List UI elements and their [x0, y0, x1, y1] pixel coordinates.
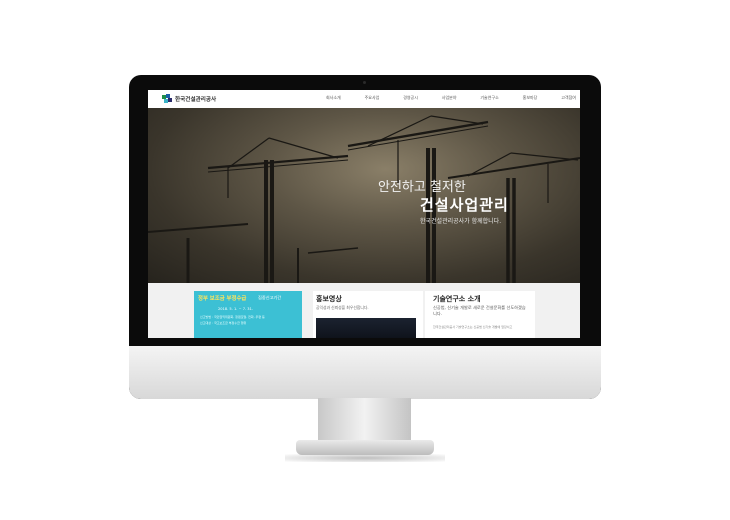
monitor-stand-base: [296, 440, 434, 455]
banner-line: 신고방법 : 국민권익위원회, 청렴포털, 전화, 우편 등: [200, 315, 265, 319]
site-logo[interactable]: 한국건설관리공사: [162, 94, 216, 104]
logo-icon: [162, 94, 172, 103]
banner-subtitle: 집중신고기간: [258, 295, 282, 300]
menu-item-fields[interactable]: 사업분야: [442, 95, 457, 101]
monitor-chin: [129, 346, 601, 399]
main-menu: 회사소개 주요사업 경영공시 사업분야 기술연구소 홍보마당 고객참여: [326, 95, 576, 101]
hero-section: 안전하고 철저한 건설사업관리 한국건설관리공사가 함께합니다.: [148, 108, 580, 283]
promo-video-thumbnail[interactable]: [316, 318, 416, 338]
menu-item-business[interactable]: 주요사업: [365, 95, 380, 101]
website-screen: 한국건설관리공사 회사소개 주요사업 경영공시 사업분야 기술연구소 홍보마당 …: [148, 90, 580, 338]
subsidy-report-banner[interactable]: 정부 보조금 부정수급 집중신고기간 2018. 5. 1. ~ 7. 31. …: [194, 291, 302, 338]
monitor-camera: [363, 81, 366, 84]
menu-item-research[interactable]: 기술연구소: [480, 95, 498, 101]
hero-headline-2: 건설사업관리: [420, 196, 509, 214]
promo-video-card[interactable]: 홍보영상 공익성과 신뢰성을 최우선합니다.: [313, 291, 423, 338]
monitor-stand-neck: [318, 398, 411, 442]
menu-item-disclosure[interactable]: 경영공시: [403, 95, 418, 101]
logo-text: 한국건설관리공사: [175, 97, 217, 103]
banner-title: 정부 보조금 부정수급: [198, 296, 247, 302]
research-title: 기술연구소 소개: [433, 295, 481, 303]
research-description: 신공법, 신기술 개발로 새로운 건설문화를 선도하겠습니다.: [433, 305, 526, 316]
promo-description: 공익성과 신뢰성을 최우선합니다.: [316, 305, 369, 310]
hero-headline-1: 안전하고 철저한: [378, 180, 466, 195]
hero-tagline: 한국건설관리공사가 함께합니다.: [420, 218, 502, 225]
monitor-base-shadow: [285, 454, 445, 462]
crane-illustration: [148, 115, 580, 283]
banner-line: 신고대상 : 국고보조금 부정수급 행위: [200, 321, 247, 325]
content-section: 정부 보조금 부정수급 집중신고기간 2018. 5. 1. ~ 7. 31. …: [148, 283, 580, 338]
banner-date: 2018. 5. 1. ~ 7. 31.: [218, 307, 254, 311]
menu-item-customer[interactable]: 고객참여: [561, 95, 576, 101]
research-small-text: 한국건설관리공사 기술연구소는 신공법 신기술 개발에 앞장서고: [433, 325, 513, 329]
menu-item-company[interactable]: 회사소개: [326, 95, 341, 101]
top-navigation: 한국건설관리공사 회사소개 주요사업 경영공시 사업분야 기술연구소 홍보마당 …: [148, 90, 580, 109]
menu-item-pr[interactable]: 홍보마당: [523, 95, 538, 101]
research-center-card[interactable]: 기술연구소 소개 신공법, 신기술 개발로 새로운 건설문화를 선도하겠습니다.…: [425, 291, 535, 338]
promo-title: 홍보영상: [316, 295, 342, 303]
